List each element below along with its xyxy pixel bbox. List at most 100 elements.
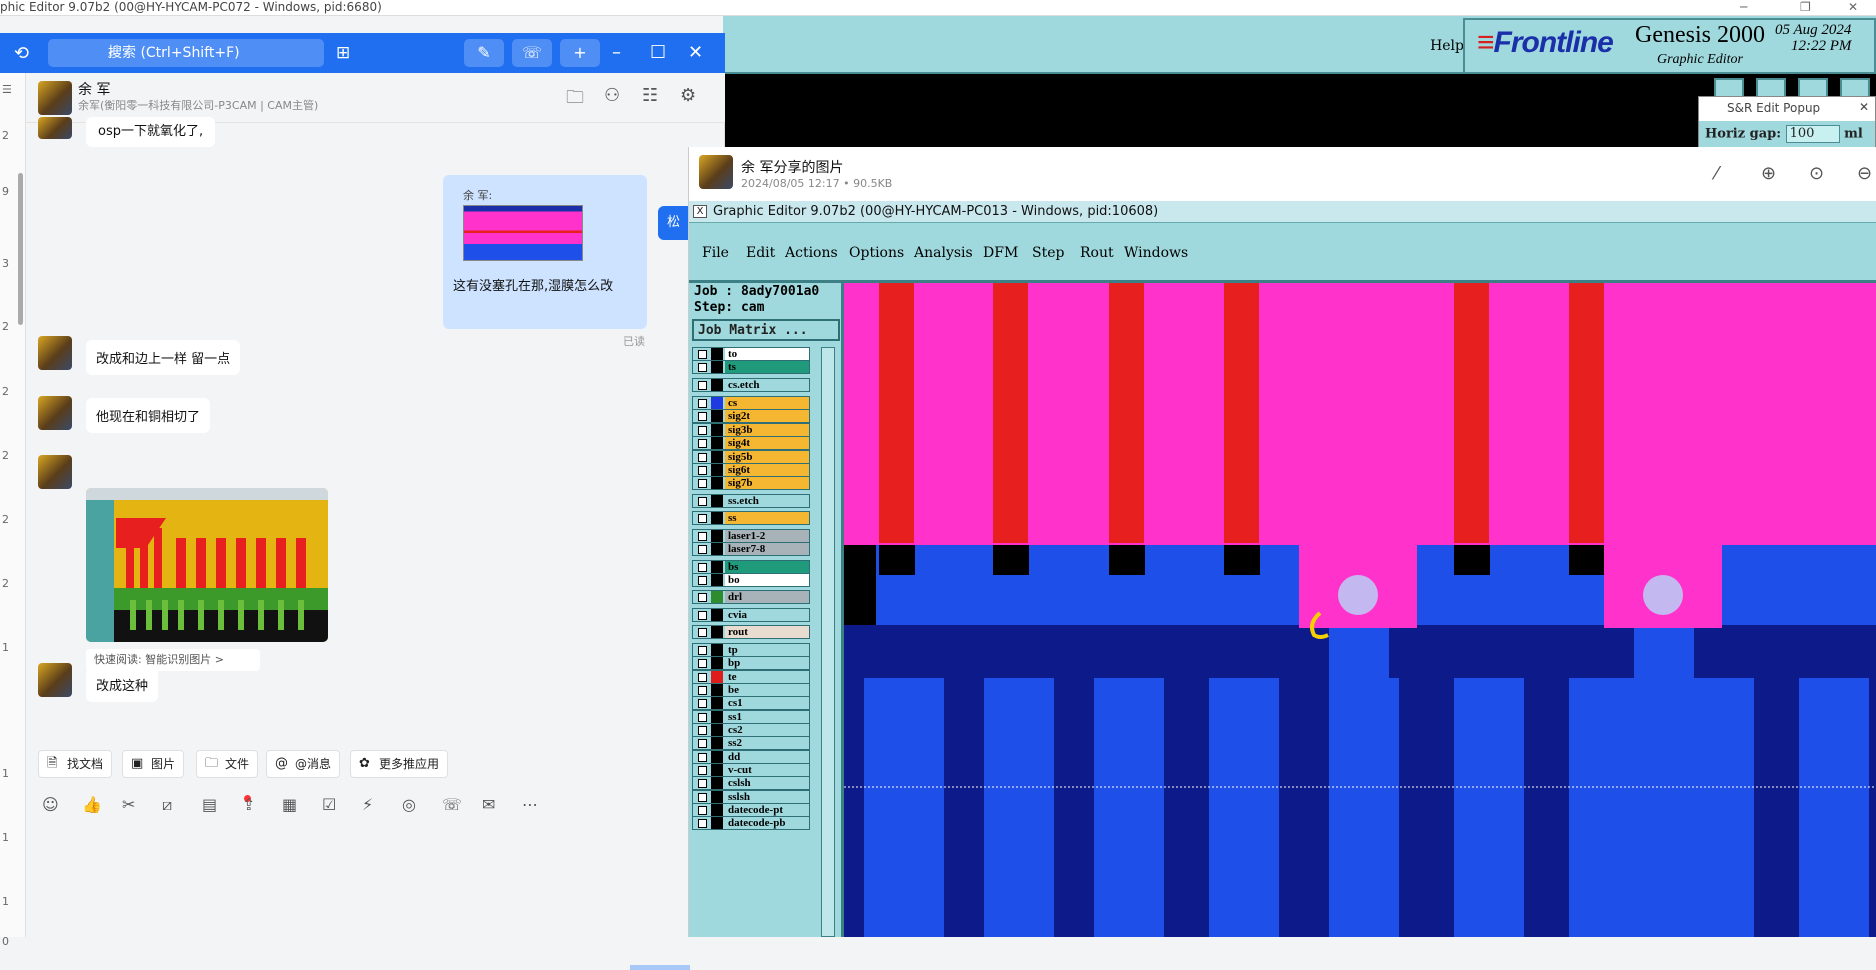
layer-row-cslsh[interactable]: cslsh <box>692 776 810 790</box>
scissors-icon[interactable]: ✂ <box>122 795 135 814</box>
layer-checkbox[interactable] <box>698 806 707 815</box>
magic-wand-icon[interactable]: ⁄ <box>1715 163 1718 184</box>
layer-checkbox[interactable] <box>698 545 707 554</box>
calendar-icon[interactable]: ▦ <box>282 795 297 814</box>
file-button[interactable]: 🗀 文件 <box>196 750 259 778</box>
add-user-icon[interactable]: ⚇ <box>604 85 620 106</box>
layer-row-cs2[interactable]: cs2 <box>692 723 810 737</box>
layer-checkbox[interactable] <box>698 673 707 682</box>
layer-checkbox[interactable] <box>698 381 707 390</box>
fit-icon[interactable]: ⊙ <box>1809 163 1824 184</box>
layer-checkbox[interactable] <box>698 532 707 541</box>
search-history-icon[interactable]: ☷ <box>642 85 658 106</box>
side-tab[interactable]: 松 <box>658 206 688 240</box>
layer-checkbox[interactable] <box>698 753 707 762</box>
task-icon[interactable]: ☑ <box>322 795 336 814</box>
layer-row-ss1[interactable]: ss1 <box>692 710 810 724</box>
quoted-image-thumbnail[interactable] <box>463 205 583 261</box>
layer-row-datecode-pt[interactable]: datecode-pt <box>692 803 810 817</box>
menu-analysis[interactable]: Analysis <box>914 245 973 261</box>
menu-dfm[interactable]: DFM <box>983 245 1018 261</box>
layer-checkbox[interactable] <box>698 439 707 448</box>
mail-icon[interactable]: ✉ <box>482 795 495 814</box>
avatar[interactable] <box>38 455 72 489</box>
voice-icon[interactable]: ◎ <box>402 795 416 814</box>
image-button[interactable]: ▣ 图片 <box>122 750 185 778</box>
search-input[interactable]: 搜索 (Ctrl+Shift+F) <box>48 39 324 67</box>
document-add-icon[interactable]: ▤ <box>202 795 217 814</box>
layer-checkbox[interactable] <box>698 350 707 359</box>
call-icon[interactable]: ☏ <box>512 39 552 67</box>
layer-row-cs1[interactable]: cs1 <box>692 696 810 710</box>
apps-grid-icon[interactable]: ⊞ <box>336 43 350 63</box>
more-apps-button[interactable]: ✿ 更多推应用 <box>350 750 449 778</box>
layer-row-sig4t[interactable]: sig4t <box>692 436 810 450</box>
layer-checkbox[interactable] <box>698 497 707 506</box>
layer-checkbox[interactable] <box>698 563 707 572</box>
layer-row-to[interactable]: to <box>692 347 810 361</box>
layer-checkbox[interactable] <box>698 726 707 735</box>
layer-row-tp[interactable]: tp <box>692 643 810 657</box>
maximize-icon[interactable]: ☐ <box>650 39 666 67</box>
scrollbar[interactable] <box>18 173 23 325</box>
close-icon[interactable]: ✕ <box>1848 0 1858 15</box>
layer-row-bo[interactable]: bo <box>692 573 810 587</box>
menu-step[interactable]: Step <box>1032 245 1064 261</box>
layer-row-rout[interactable]: rout <box>692 625 810 639</box>
layer-checkbox[interactable] <box>698 699 707 708</box>
layer-checkbox[interactable] <box>698 576 707 585</box>
layer-row-datecode-pb[interactable]: datecode-pb <box>692 816 810 830</box>
avatar[interactable] <box>38 117 72 139</box>
menu-actions[interactable]: Actions <box>785 245 838 261</box>
close-icon[interactable]: ✕ <box>688 39 703 67</box>
layer-row-v-cut[interactable]: v-cut <box>692 763 810 777</box>
menu-file[interactable]: File <box>702 245 729 261</box>
send-button[interactable] <box>630 965 690 970</box>
layer-row-cs.etch[interactable]: cs.etch <box>692 378 810 392</box>
minimize-icon[interactable]: ─ <box>1740 0 1747 15</box>
job-matrix-button[interactable]: Job Matrix ... <box>692 319 840 341</box>
layer-checkbox[interactable] <box>698 628 707 637</box>
zoom-in-icon[interactable]: ⊕ <box>1761 163 1776 184</box>
layer-checkbox[interactable] <box>698 363 707 372</box>
more-icon[interactable]: ⋯ <box>522 795 538 814</box>
layer-row-ts[interactable]: ts <box>692 360 810 374</box>
layer-row-sig5b[interactable]: sig5b <box>692 450 810 464</box>
avatar[interactable] <box>699 155 733 189</box>
menu-edit[interactable]: Edit <box>746 245 775 261</box>
layer-row-bp[interactable]: bp <box>692 656 810 670</box>
layer-scrollbar[interactable] <box>821 347 835 937</box>
menu-windows[interactable]: Windows <box>1124 245 1188 261</box>
layer-checkbox[interactable] <box>698 412 707 421</box>
layer-checkbox[interactable] <box>698 713 707 722</box>
menu-rout[interactable]: Rout <box>1080 245 1114 261</box>
close-icon[interactable]: ✕ <box>1859 100 1869 114</box>
layer-row-sig3b[interactable]: sig3b <box>692 423 810 437</box>
layer-row-te[interactable]: te <box>692 670 810 684</box>
layer-checkbox[interactable] <box>698 514 707 523</box>
zoom-out-icon[interactable]: ⊖ <box>1857 163 1872 184</box>
layer-row-laser7-8[interactable]: laser7-8 <box>692 542 810 556</box>
layer-row-ss2[interactable]: ss2 <box>692 736 810 750</box>
mention-button[interactable]: @ @消息 <box>266 750 341 778</box>
layer-checkbox[interactable] <box>698 819 707 828</box>
layer-checkbox[interactable] <box>698 453 707 462</box>
horiz-gap-input[interactable]: 100 <box>1785 125 1840 143</box>
avatar[interactable] <box>38 81 72 115</box>
layer-checkbox[interactable] <box>698 686 707 695</box>
menu-options[interactable]: Options <box>849 245 904 261</box>
layer-checkbox[interactable] <box>698 659 707 668</box>
gear-icon[interactable]: ⚙ <box>680 85 696 106</box>
layer-checkbox[interactable] <box>698 793 707 802</box>
layer-checkbox[interactable] <box>698 739 707 748</box>
slash-command-icon[interactable]: ⧄ <box>162 795 172 815</box>
avatar[interactable] <box>38 336 72 370</box>
avatar[interactable] <box>38 663 72 697</box>
layer-checkbox[interactable] <box>698 593 707 602</box>
layer-checkbox[interactable] <box>698 479 707 488</box>
thumbs-up-icon[interactable]: 👍 <box>82 795 102 814</box>
layer-row-ss[interactable]: ss <box>692 511 810 525</box>
layer-checkbox[interactable] <box>698 646 707 655</box>
minimize-icon[interactable]: – <box>612 39 621 67</box>
menu-icon[interactable]: ☰ <box>2 83 12 96</box>
